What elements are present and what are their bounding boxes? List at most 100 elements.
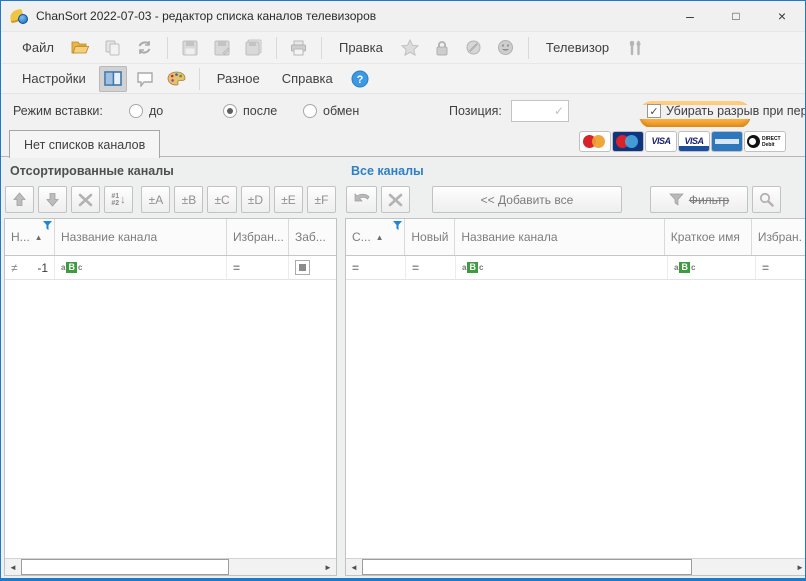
left-grid-body[interactable] bbox=[5, 280, 336, 558]
minimize-button[interactable]: – bbox=[667, 1, 713, 31]
add-to-list-button[interactable] bbox=[346, 186, 377, 213]
right-grid-header: С...▲ Новый Название канала Краткое имя … bbox=[346, 219, 806, 256]
smiley-icon[interactable] bbox=[492, 35, 520, 61]
position-input[interactable] bbox=[512, 101, 548, 121]
column-header-channel-name[interactable]: Название канала bbox=[455, 219, 664, 255]
menu-edit[interactable]: Правка bbox=[328, 40, 394, 55]
radio-swap-label: обмен bbox=[323, 104, 359, 118]
split-view-icon[interactable] bbox=[99, 66, 127, 92]
refresh-icon[interactable] bbox=[131, 35, 159, 61]
column-header-number[interactable]: С...▲ bbox=[346, 219, 405, 255]
palette-icon[interactable] bbox=[163, 66, 191, 92]
filter-cell-favorites[interactable]: = bbox=[756, 256, 806, 279]
column-header-channel-name[interactable]: Название канала bbox=[55, 219, 227, 255]
toggle-fav-d-button[interactable]: ±D bbox=[241, 186, 270, 213]
abc-filter-icon: aBc bbox=[462, 262, 483, 273]
menu-misc[interactable]: Разное bbox=[206, 71, 271, 86]
move-down-button[interactable] bbox=[38, 186, 67, 213]
menu-file[interactable]: Файл bbox=[11, 40, 65, 55]
column-header-favorites[interactable]: Избран... bbox=[227, 219, 289, 255]
scroll-thumb[interactable] bbox=[362, 559, 692, 575]
filter-cell-short-name[interactable]: aBc bbox=[668, 256, 756, 279]
left-horizontal-scrollbar[interactable]: ◄ ► bbox=[5, 558, 336, 575]
radio-after[interactable]: после bbox=[223, 94, 277, 127]
maestro-icon bbox=[613, 132, 643, 151]
radio-swap[interactable]: обмен bbox=[303, 94, 359, 127]
scroll-thumb[interactable] bbox=[21, 559, 229, 575]
search-button[interactable] bbox=[752, 186, 781, 213]
filter-cell-channel-name[interactable]: aBc bbox=[55, 256, 227, 279]
filter-cell-favorites[interactable]: = bbox=[227, 256, 289, 279]
separator bbox=[321, 37, 322, 59]
scroll-right-arrow[interactable]: ► bbox=[792, 559, 806, 575]
right-panel-toolbar: << Добавить все Фильтр bbox=[345, 182, 805, 217]
add-all-button[interactable]: << Добавить все bbox=[432, 186, 622, 213]
svg-text:?: ? bbox=[356, 74, 363, 86]
checkbox-box[interactable]: ✓ bbox=[647, 104, 661, 118]
toggle-fav-b-button[interactable]: ±B bbox=[174, 186, 203, 213]
panel-splitter[interactable] bbox=[337, 157, 345, 578]
print-icon[interactable] bbox=[285, 35, 313, 61]
radio-circle[interactable] bbox=[303, 104, 317, 118]
close-button[interactable]: × bbox=[759, 1, 805, 31]
toggle-fav-f-button[interactable]: ±F bbox=[307, 186, 336, 213]
menu-tv[interactable]: Телевизор bbox=[535, 40, 620, 55]
favorites-star-icon[interactable] bbox=[396, 35, 424, 61]
payment-cards[interactable]: VISA VISA DIRECTDebit bbox=[580, 132, 785, 151]
scroll-right-arrow[interactable]: ► bbox=[320, 559, 336, 575]
separator bbox=[199, 68, 200, 90]
paste-icon[interactable] bbox=[99, 35, 127, 61]
radio-before[interactable]: до bbox=[129, 94, 163, 127]
remove-button[interactable] bbox=[381, 186, 410, 213]
maximize-button[interactable]: □ bbox=[713, 1, 759, 31]
toggle-fav-a-button[interactable]: ±A bbox=[141, 186, 170, 213]
column-header-locked[interactable]: Заб... bbox=[289, 219, 336, 255]
checkbox-label: Убирать разрыв при переме bbox=[666, 104, 805, 118]
filter-funnel-icon[interactable] bbox=[393, 221, 402, 230]
position-label: Позиция: bbox=[449, 94, 502, 127]
scroll-track[interactable] bbox=[692, 559, 792, 575]
toggle-fav-c-button[interactable]: ±C bbox=[207, 186, 236, 213]
indeterminate-checkbox-icon[interactable] bbox=[295, 260, 310, 275]
filter-cell-number[interactable]: ≠-1 bbox=[5, 256, 55, 279]
move-up-button[interactable] bbox=[5, 186, 34, 213]
filter-cell-locked[interactable] bbox=[289, 256, 336, 279]
scroll-left-arrow[interactable]: ◄ bbox=[346, 559, 362, 575]
apply-check-icon[interactable]: ✓ bbox=[554, 104, 564, 118]
filter-button[interactable]: Фильтр bbox=[650, 186, 748, 213]
filter-funnel-icon[interactable] bbox=[43, 221, 52, 230]
renumber-button[interactable]: #1#2 ↓ bbox=[104, 186, 133, 213]
visa-electron-icon: VISA bbox=[679, 132, 709, 151]
tab-no-channel-lists[interactable]: Нет списков каналов bbox=[9, 130, 160, 158]
tools-icon[interactable] bbox=[622, 35, 650, 61]
comment-bubble-icon[interactable] bbox=[131, 66, 159, 92]
lock-icon[interactable] bbox=[428, 35, 456, 61]
right-horizontal-scrollbar[interactable]: ◄ ► bbox=[346, 558, 806, 575]
visa-icon: VISA bbox=[646, 132, 676, 151]
filter-cell-channel-name[interactable]: aBc bbox=[456, 256, 668, 279]
remove-gap-checkbox[interactable]: ✓ Убирать разрыв при переме bbox=[647, 104, 805, 118]
save-icon[interactable] bbox=[176, 35, 204, 61]
block-icon[interactable] bbox=[460, 35, 488, 61]
menu-settings[interactable]: Настройки bbox=[11, 71, 97, 86]
left-grid-filter-row: ≠-1 aBc = bbox=[5, 256, 336, 280]
scroll-left-arrow[interactable]: ◄ bbox=[5, 559, 21, 575]
left-panel-title: Отсортированные каналы bbox=[4, 157, 337, 182]
toggle-fav-e-button[interactable]: ±E bbox=[274, 186, 303, 213]
delete-button[interactable] bbox=[71, 186, 100, 213]
filter-cell-new[interactable]: = bbox=[406, 256, 456, 279]
column-header-favorites[interactable]: Избран. bbox=[752, 219, 806, 255]
radio-circle[interactable] bbox=[129, 104, 143, 118]
filter-cell-number[interactable]: = bbox=[346, 256, 406, 279]
help-icon[interactable]: ? bbox=[346, 66, 374, 92]
radio-circle-selected[interactable] bbox=[223, 104, 237, 118]
right-grid-body[interactable] bbox=[346, 280, 806, 558]
save-as-icon[interactable] bbox=[208, 35, 236, 61]
column-header-number[interactable]: Н...▲ bbox=[5, 219, 55, 255]
column-header-short-name[interactable]: Краткое имя bbox=[665, 219, 752, 255]
column-header-new[interactable]: Новый bbox=[405, 219, 455, 255]
open-folder-icon[interactable] bbox=[67, 35, 95, 61]
save-all-icon[interactable] bbox=[240, 35, 268, 61]
menu-help[interactable]: Справка bbox=[271, 71, 344, 86]
scroll-track[interactable] bbox=[229, 559, 320, 575]
